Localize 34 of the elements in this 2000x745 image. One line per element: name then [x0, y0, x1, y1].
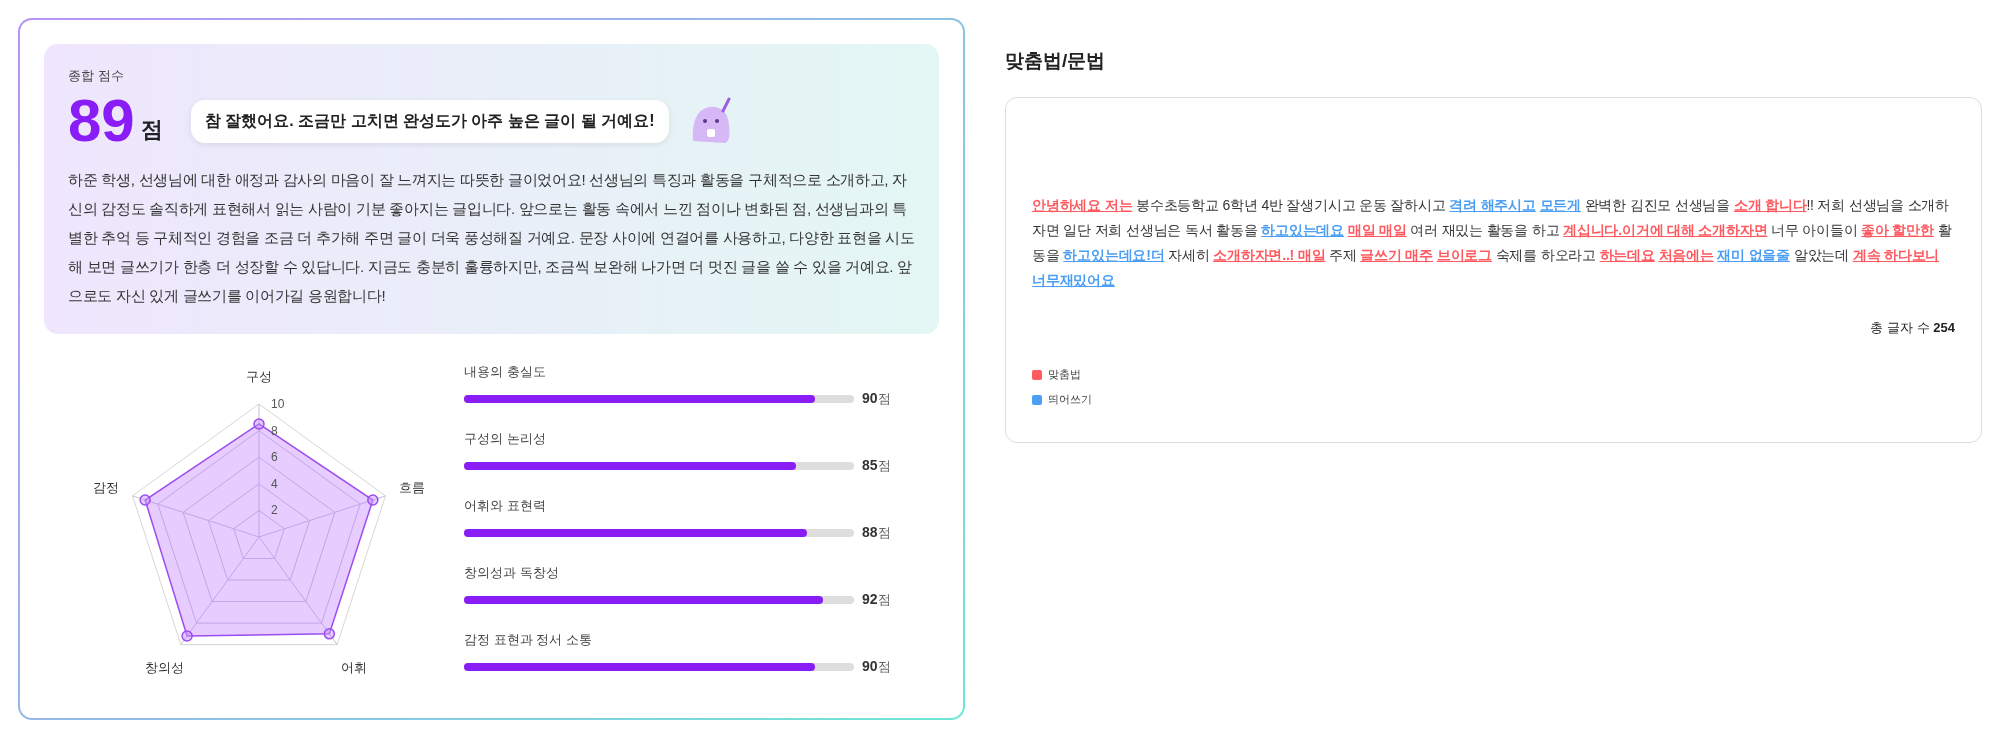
criterion-score: 90점 [862, 390, 891, 408]
axis-label: 창의성 [144, 660, 184, 676]
section-title: 맞춤법/문법 [1005, 49, 1106, 73]
axis-label: 흐름 [399, 480, 426, 496]
data-point [139, 494, 151, 506]
criterion-label: 구성의 논리성 [464, 430, 546, 448]
axis-label: 감정 [92, 480, 119, 496]
criterion-label: 내용의 충실도 [464, 363, 546, 381]
axis-label: 어휘 [340, 660, 367, 676]
criterion-score: 92점 [862, 591, 891, 609]
score-label: 종합 점수 [68, 67, 124, 85]
criterion-label: 어휘와 표현력 [464, 497, 546, 515]
criterion-score: 88점 [862, 524, 891, 542]
data-point [367, 494, 379, 506]
tick-label: 2 [271, 503, 278, 518]
character-count: 총 글자 수 254 [1870, 319, 1955, 337]
tick-label: 10 [271, 397, 285, 411]
score-unit: 점 [140, 116, 163, 144]
feedback-text: 하준 학생, 선생님에 대한 애정과 감사의 마음이 잘 느껴지는 따뜻한 글이었어요! 선생님의 특징과 활동을 구체적으로 소개하고, 자신의 감정도 솔직하게 표현해서 읽는 사람이 기분 좋아지는 글입니다. 앞으로는 활동 속에서 느낀 점이나 변화된 점, 선생님과의 특별한 추억 등 구체적인 경험을 조금 더 추가해 주면 글이 더욱 풍성해질 거예요. 문장 사이에 연결어를 사용하고, 다양한 표현을 시도해 보면 글쓰기가 한층 더 성장할 수 있답니다. 지금도 충분히 훌륭하지만, 조금씩 보완해 나가면 더 멋진 글을 쓸 수 있을 거예요. 앞으로도 자신 있게 글쓰기를 이어가길 응원합니다! [68, 170, 916, 306]
tick-label: 4 [271, 476, 278, 491]
criterion-score: 85점 [862, 457, 891, 475]
legend-label: 띄어쓰기 [1048, 392, 1093, 407]
total-score: 89 [68, 91, 135, 151]
criterion-score: 90점 [862, 658, 891, 676]
speech-bubble: 참 잘했어요. 조금만 고치면 완성도가 아주 높은 글이 될 거예요! [190, 99, 669, 143]
data-point [323, 628, 336, 640]
legend-label: 맞춤법 [1048, 367, 1082, 382]
essay-text: 안녕하세요 저는 봉수초등학교 6학년 4반 잘생기시고 운동 잘하시고 격려 해주시고 모든게 완벽한 김진모 선생님을 소개 합니다!! 저희 선생님을 소개하자면 일단 저희 선생님은 독서 활동을 하고있는데요 매일 매일 여러 재밌는 활동을 하고 계십니다.이거에 대해 소개하자면 너무 아이들이 좋아 할만한 활동을 하고있는데요!더 자세히 소개하자면..! 매일 주제 글쓰기 매주 브이로그 숙제를 하오라고 하는데요 처음에는 재미 없을줄 알았는데 계속 하다보니 너무재밌어요 [1032, 196, 1953, 290]
axis-label: 구성 [246, 369, 272, 385]
data-point [181, 630, 193, 642]
tick-label: 6 [271, 450, 278, 465]
criterion-label: 감정 표현과 정서 소통 [464, 631, 592, 649]
criterion-label: 창의성과 독창성 [464, 564, 559, 582]
data-point [253, 418, 265, 430]
